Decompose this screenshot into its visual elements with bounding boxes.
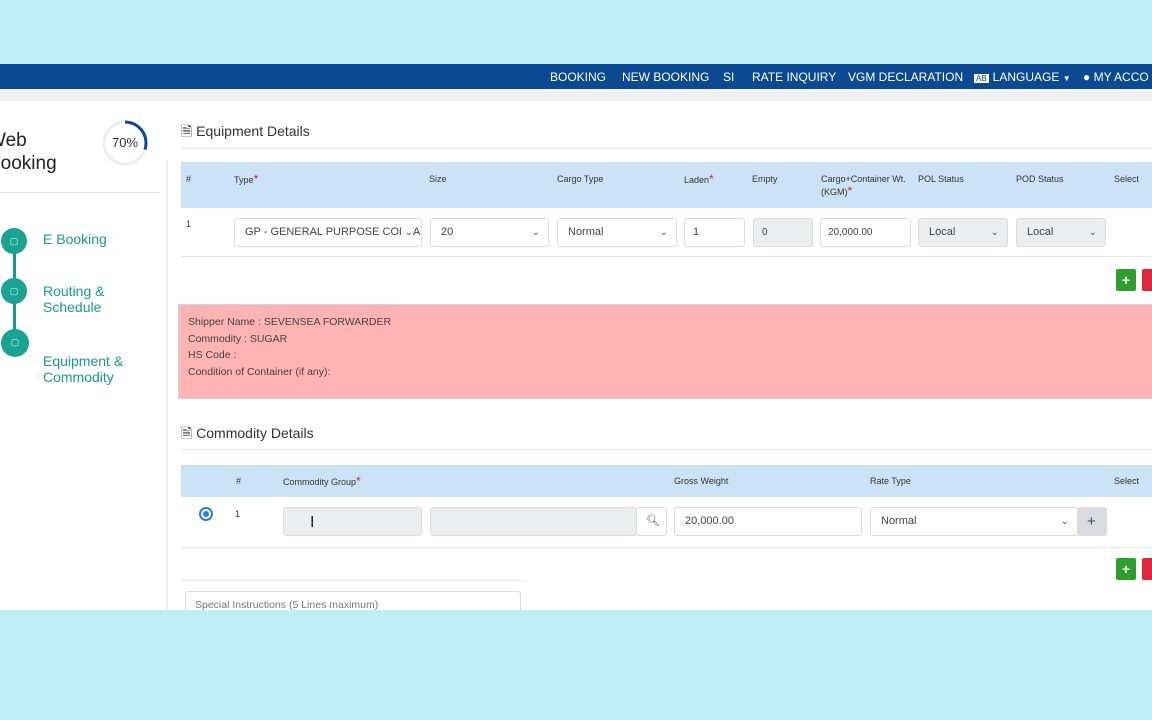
- commodity-description-input[interactable]: [430, 507, 637, 536]
- chevron-down-icon: ⌄: [400, 219, 413, 246]
- chevron-down-icon: ⌄: [659, 227, 668, 238]
- step-e-booking[interactable]: E Booking: [43, 231, 107, 247]
- pol-status-select[interactable]: Local ⌄: [918, 218, 1008, 247]
- delete-equipment-button[interactable]: [1142, 269, 1152, 291]
- col-pol-status: POL Status: [918, 174, 964, 184]
- chevron-down-icon: ⌄: [531, 227, 540, 238]
- commodity-row-radio[interactable]: [199, 507, 213, 521]
- nav-rate-inquiry[interactable]: RATE INQUIRY: [752, 70, 836, 84]
- special-instructions-textarea[interactable]: Special Instructions (5 Lines maximum): [185, 591, 521, 610]
- rate-type-select[interactable]: Normal ⌄: [870, 507, 1078, 536]
- col-rate-type: Rate Type: [870, 476, 911, 486]
- booking-notice: Shipper Name : SEVENSEA FORWARDER Commodi…: [178, 304, 1152, 399]
- divider: [181, 449, 1152, 450]
- row-number: 1: [235, 509, 241, 519]
- divider: [181, 547, 1152, 548]
- user-icon: ●: [1083, 70, 1091, 84]
- nav-si[interactable]: SI: [723, 70, 734, 84]
- step-routing-schedule[interactable]: Routing & Schedule: [43, 283, 123, 315]
- equipment-table-header: # Type* Size Cargo Type Laden* Empty Car…: [181, 162, 1152, 208]
- empty-input[interactable]: 0: [753, 218, 813, 247]
- nav-booking[interactable]: BOOKING: [550, 70, 606, 84]
- progress-label: 70%: [112, 135, 139, 150]
- step-equipment-commodity[interactable]: Equipment & Commodity: [43, 353, 133, 385]
- divider: [181, 148, 1152, 149]
- equipment-section-title: 🗎 Equipment Details: [181, 123, 310, 139]
- language-icon: AB: [974, 74, 989, 83]
- col-empty: Empty: [752, 174, 778, 184]
- divider: [181, 580, 526, 581]
- divider: [167, 161, 168, 610]
- nav-new-booking[interactable]: NEW BOOKING: [622, 70, 709, 84]
- col-type: Type*: [234, 172, 259, 186]
- weight-input[interactable]: 20,000.00: [820, 218, 911, 247]
- commodity-search-button[interactable]: 🔍︎: [636, 507, 667, 536]
- delete-commodity-button[interactable]: [1142, 558, 1152, 580]
- divider: [181, 256, 1152, 257]
- rate-type-add-button[interactable]: +: [1077, 507, 1107, 536]
- commodity-section-title: 🗎 Commodity Details: [181, 425, 314, 441]
- col-weight: Cargo+Container Wt. (KGM)*: [821, 174, 906, 198]
- gross-weight-input[interactable]: 20,000.00: [674, 507, 862, 536]
- sidebar-title: WebBooking: [0, 130, 57, 174]
- col-num: #: [186, 174, 192, 184]
- caret-down-icon: ▼: [1062, 74, 1071, 83]
- add-equipment-button[interactable]: +: [1116, 269, 1136, 291]
- nav-language[interactable]: AB LANGUAGE ▼: [974, 70, 1071, 84]
- divider: [0, 192, 160, 193]
- step-icon: ▢: [1, 329, 29, 357]
- col-commodity-group: Commodity Group*: [283, 474, 361, 488]
- row-number: 1: [186, 219, 192, 229]
- nav-my-account[interactable]: ● MY ACCO: [1083, 70, 1149, 84]
- text-cursor-icon: I: [310, 514, 315, 531]
- chevron-down-icon: ⌄: [1088, 227, 1097, 238]
- col-gross-weight: Gross Weight: [674, 476, 729, 486]
- nav-vgm-declaration[interactable]: VGM DECLARATION: [848, 70, 963, 84]
- chevron-down-icon: ⌄: [1060, 516, 1069, 527]
- chevron-down-icon: ⌄: [990, 227, 999, 238]
- step-icon: ▢: [1, 228, 27, 254]
- top-navbar: BOOKING NEW BOOKING SI RATE INQUIRY VGM …: [0, 64, 1152, 89]
- size-select[interactable]: 20 ⌄: [430, 218, 549, 247]
- pod-status-select[interactable]: Local ⌄: [1016, 218, 1106, 247]
- commodity-group-input[interactable]: [283, 507, 422, 536]
- step-icon: ▢: [1, 278, 27, 304]
- search-icon: 🔍︎: [646, 515, 660, 527]
- laden-input[interactable]: 1: [684, 218, 745, 247]
- page-content: WebBooking 70% ▢ ▢ ▢ E Booking Routing &…: [0, 101, 1152, 610]
- add-commodity-button[interactable]: +: [1116, 558, 1136, 580]
- document-icon: 🗎: [181, 425, 193, 441]
- col-select: Select: [1114, 174, 1140, 184]
- commodity-table-header: # Commodity Group* Gross Weight Rate Typ…: [181, 465, 1152, 497]
- cargo-type-select[interactable]: Normal ⌄: [557, 218, 677, 247]
- col-size: Size: [429, 174, 447, 184]
- nav-shadow: [0, 89, 1152, 101]
- col-laden: Laden*: [684, 172, 714, 186]
- col-pod-status: POD Status: [1016, 174, 1064, 184]
- col-num: #: [236, 476, 242, 486]
- type-select[interactable]: GP - GENERAL PURPOSE CONTAINER⌄: [234, 218, 422, 247]
- document-icon: 🗎: [181, 123, 193, 139]
- col-cargo-type: Cargo Type: [557, 174, 604, 184]
- col-select: Select: [1114, 476, 1140, 486]
